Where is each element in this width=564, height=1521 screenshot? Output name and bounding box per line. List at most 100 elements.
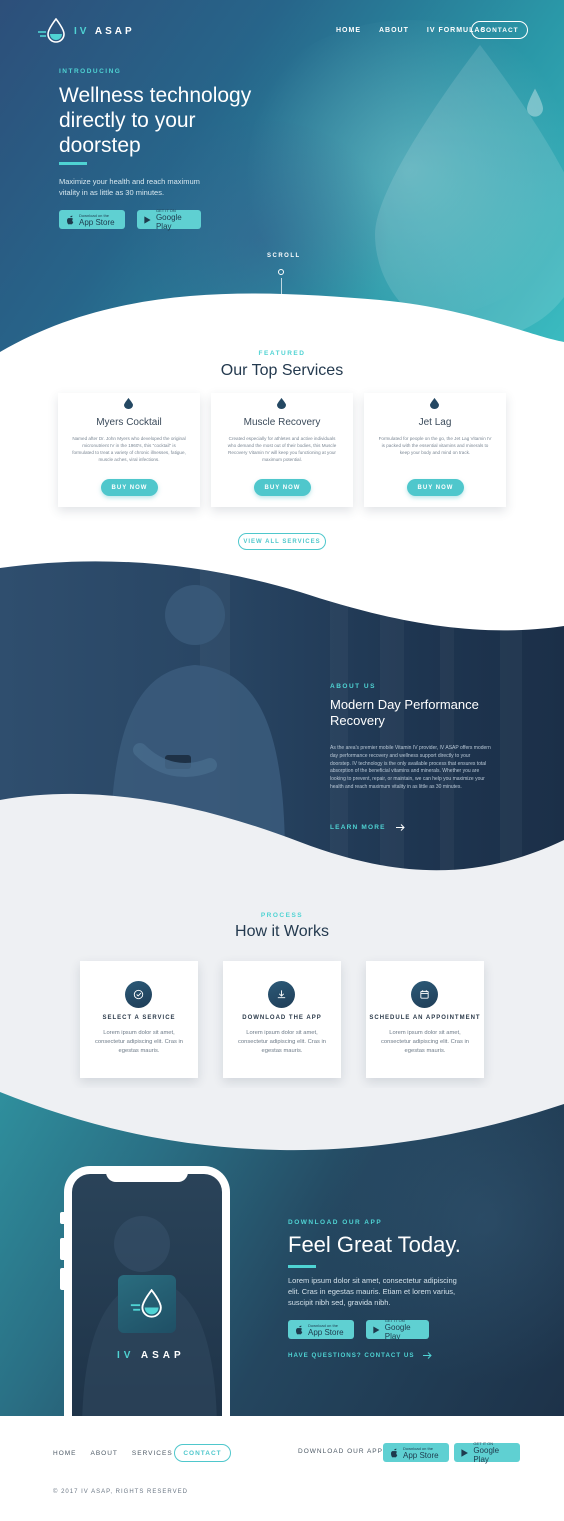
buy-now-button[interactable]: BUY NOW [254, 479, 311, 496]
main-nav: HOME ABOUT IV FORMULAS [336, 27, 486, 34]
process-eyebrow: PROCESS [260, 912, 304, 919]
arrow-right-icon [422, 1352, 432, 1359]
process-bottom-wave [0, 1088, 564, 1151]
nav-contact-button[interactable]: CONTACT [471, 21, 528, 39]
about-top-wave [0, 558, 564, 631]
phone-speaker [170, 1168, 188, 1170]
app-store-button[interactable]: Download on the App Store [59, 210, 125, 229]
footer [0, 1416, 564, 1521]
contact-us-link[interactable]: HAVE QUESTIONS? CONTACT US [288, 1352, 432, 1359]
app-store-label: App Store [79, 217, 115, 227]
phone-camera [194, 1167, 198, 1171]
google-play-button[interactable]: GET IT ON Google Play [137, 208, 201, 231]
footer-nav-services[interactable]: SERVICES [132, 1450, 173, 1457]
hero-subtitle: Maximize your health and reach maximum v… [59, 177, 200, 197]
scroll-label[interactable]: SCROLL [267, 253, 301, 259]
download-eyebrow: DOWNLOAD OUR APP [288, 1219, 383, 1226]
download-text: Lorem ipsum dolor sit amet, consectetur … [288, 1276, 457, 1307]
service-description: Created especially for athletes and acti… [227, 436, 337, 462]
drop-logo-icon [38, 18, 65, 43]
learn-more-link[interactable]: LEARN MORE [330, 824, 405, 831]
app-store-label: App Store [308, 1327, 344, 1337]
hero-wave [0, 293, 564, 356]
download-divider [288, 1265, 316, 1268]
buy-now-button[interactable]: BUY NOW [101, 479, 158, 496]
google-play-label: Google Play [155, 213, 182, 231]
apple-icon [296, 1325, 303, 1334]
download-icon [268, 981, 295, 1008]
learn-more-label: LEARN MORE [330, 824, 386, 831]
nav-home[interactable]: HOME [336, 27, 361, 34]
about-title: Modern Day Performance Recovery [330, 697, 479, 728]
google-play-label: Google Play [384, 1323, 411, 1341]
app-store-button[interactable]: Download on the App Store [383, 1443, 449, 1462]
hero-divider [59, 162, 87, 165]
service-card-muscle-recovery: Muscle Recovery Created especially for a… [211, 393, 353, 507]
apple-icon [391, 1448, 398, 1457]
service-name: Jet Lag [418, 417, 452, 428]
download-title: Feel Great Today. [288, 1232, 461, 1257]
about-eyebrow: ABOUT US [330, 683, 376, 690]
brand-prefix: IV [117, 1350, 135, 1361]
google-play-icon [144, 215, 151, 224]
copyright: © 2017 IV ASAP, RIGHTS RESERVED [53, 1489, 188, 1495]
scroll-indicator-icon[interactable] [278, 269, 284, 275]
footer-contact-button[interactable]: CONTACT [174, 1444, 231, 1462]
brand-suffix: ASAP [94, 25, 135, 37]
step-title: SELECT A SERVICE [102, 1015, 176, 1021]
footer-nav-about[interactable]: ABOUT [91, 1450, 118, 1457]
step-card-download-app: DOWNLOAD THE APP Lorem ipsum dolor sit a… [223, 961, 341, 1078]
drop-logo-icon [130, 1289, 162, 1318]
service-name: Muscle Recovery [243, 417, 321, 428]
step-title: SCHEDULE AN APPOINTMENT [369, 1015, 481, 1021]
buy-now-button[interactable]: BUY NOW [407, 479, 464, 496]
brand-name: IV ASAP [74, 26, 135, 37]
brand-prefix: IV [74, 25, 90, 37]
services-title: Our Top Services [220, 362, 344, 379]
arrow-right-icon [395, 824, 405, 831]
check-circle-icon [125, 981, 152, 1008]
footer-download-label: DOWNLOAD OUR APP [298, 1448, 383, 1455]
footer-nav: HOME ABOUT SERVICES [53, 1450, 173, 1457]
google-play-label: Google Play [473, 1446, 500, 1464]
app-store-button[interactable]: Download on the App Store [288, 1320, 354, 1339]
app-store-label: App Store [403, 1450, 439, 1460]
service-card-jet-lag: Jet Lag Formulated for people on the go,… [364, 393, 506, 507]
hero-eyebrow: INTRODUCING [59, 68, 122, 75]
step-text: Lorem ipsum dolor sit amet, consectetur … [381, 1030, 469, 1054]
phone-notch [106, 1168, 188, 1182]
services-eyebrow: FEATURED [258, 350, 306, 357]
google-play-icon [461, 1448, 468, 1457]
about-bottom-wave [0, 793, 564, 890]
step-text: Lorem ipsum dolor sit amet, consectetur … [238, 1030, 326, 1054]
google-play-button[interactable]: GET IT ON Google Play [366, 1318, 429, 1341]
footer-nav-home[interactable]: HOME [53, 1450, 77, 1457]
nav-about[interactable]: ABOUT [379, 27, 409, 34]
service-description: Named after Dr. John Myers who developed… [72, 436, 186, 462]
brand-suffix: ASAP [140, 1350, 185, 1361]
hero-drop-shape [375, 45, 564, 330]
service-name: Myers Cocktail [96, 417, 162, 428]
scroll-line [281, 278, 282, 324]
view-all-services-button[interactable]: VIEW ALL SERVICES [238, 533, 326, 550]
phone-brand-name: IV ASAP [117, 1350, 185, 1361]
drop-icon [277, 398, 286, 409]
google-play-button[interactable]: GET IT ON Google Play [454, 1441, 520, 1464]
step-title: DOWNLOAD THE APP [242, 1015, 322, 1021]
contact-us-label: HAVE QUESTIONS? CONTACT US [288, 1352, 415, 1359]
about-text: As the area's premier mobile Vitamin IV … [330, 745, 491, 790]
process-title: How it Works [235, 923, 329, 940]
step-text: Lorem ipsum dolor sit amet, consectetur … [95, 1030, 183, 1054]
apple-icon [67, 215, 74, 224]
step-card-select-service: SELECT A SERVICE Lorem ipsum dolor sit a… [80, 961, 198, 1078]
hero-small-drop [527, 88, 543, 117]
drop-icon [430, 398, 439, 409]
drop-icon [124, 398, 133, 409]
brand-logo[interactable]: IV ASAP [38, 18, 135, 44]
service-card-myers: Myers Cocktail Named after Dr. John Myer… [58, 393, 200, 507]
service-description: Formulated for people on the go, the Jet… [378, 436, 492, 455]
hero-title: Wellness technology directly to your doo… [59, 84, 252, 157]
calendar-icon [411, 981, 438, 1008]
google-play-icon [373, 1325, 380, 1334]
step-card-schedule-appointment: SCHEDULE AN APPOINTMENT Lorem ipsum dolo… [366, 961, 484, 1078]
